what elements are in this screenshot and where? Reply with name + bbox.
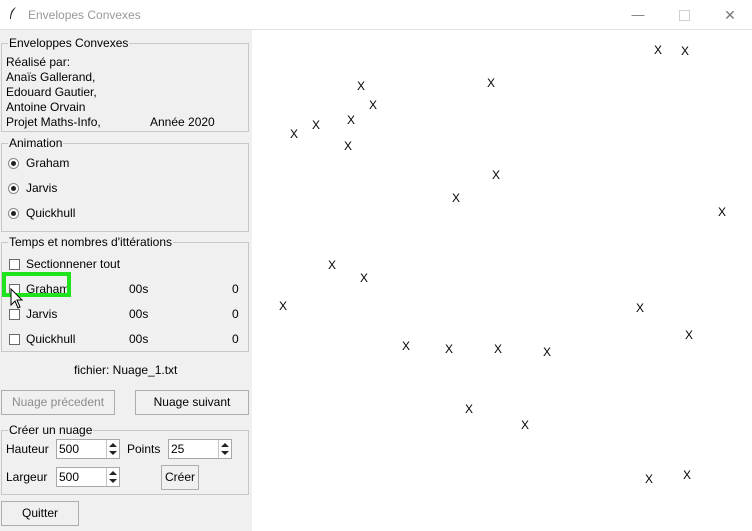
time-graham: 00s — [129, 282, 149, 296]
timing-group: Temps et nombres d'ittérations Sectionne… — [1, 235, 249, 352]
maximize-icon — [678, 10, 690, 22]
info-legend: Enveloppes Convexes — [8, 36, 130, 50]
points-spinbox[interactable]: 25 — [168, 439, 232, 459]
radio-label-quickhull[interactable]: Quickhull — [26, 206, 75, 221]
point-marker: X — [401, 339, 411, 353]
spin-down-icon[interactable] — [109, 451, 117, 455]
point-marker: X — [653, 43, 663, 57]
height-spin-arrows[interactable] — [106, 440, 119, 458]
point-marker: X — [680, 44, 690, 58]
width-spinbox[interactable]: 500 — [56, 467, 120, 487]
point-marker: X — [289, 127, 299, 141]
credits-line: Edouard Gautier, — [6, 85, 97, 99]
point-marker: X — [644, 472, 654, 486]
credits-line: Antoine Orvain — [6, 100, 86, 114]
radio-jarvis[interactable] — [8, 183, 19, 194]
credits-line: Projet Maths-Info, — [6, 115, 101, 129]
animation-legend: Animation — [8, 136, 64, 150]
point-marker: X — [684, 328, 694, 342]
year-label: Année 2020 — [150, 115, 215, 129]
spin-up-icon[interactable] — [221, 443, 229, 447]
point-marker: X — [278, 299, 288, 313]
title-bar: Envelopes Convexes — ✕ — [0, 0, 752, 30]
previous-cloud-button[interactable]: Nuage précedent — [1, 390, 115, 415]
count-jarvis: 0 — [232, 307, 239, 321]
point-marker: X — [635, 301, 645, 315]
point-cloud-canvas[interactable]: XXXXXXXXXXXXXXXXXXXXXXXXX — [252, 30, 752, 531]
quit-button[interactable]: Quitter — [1, 501, 79, 526]
width-label: Largeur — [6, 470, 48, 484]
minimize-button[interactable]: — — [618, 5, 658, 25]
next-cloud-button[interactable]: Nuage suivant — [135, 390, 249, 415]
checkbox-label-quickhull[interactable]: Quickhull — [26, 332, 75, 347]
count-quickhull: 0 — [232, 332, 239, 346]
count-graham: 0 — [232, 282, 239, 296]
create-cloud-group: Créer un nuage Hauteur 500 Points 25 Lar… — [1, 423, 249, 495]
info-group: Enveloppes Convexes Réalisé par: Anaïs G… — [1, 36, 249, 132]
feather-icon — [8, 6, 18, 23]
point-marker: X — [343, 139, 353, 153]
point-marker: X — [464, 402, 474, 416]
points-spin-arrows[interactable] — [218, 440, 231, 458]
animation-group: Animation Graham Jarvis Quickhull — [1, 136, 249, 232]
point-marker: X — [311, 118, 321, 132]
time-jarvis: 00s — [129, 307, 149, 321]
window-title: Envelopes Convexes — [28, 8, 141, 22]
radio-label-jarvis[interactable]: Jarvis — [26, 181, 57, 196]
points-value: 25 — [171, 442, 185, 456]
point-marker: X — [542, 345, 552, 359]
point-marker: X — [520, 418, 530, 432]
maximize-button[interactable] — [664, 5, 704, 25]
point-marker: X — [486, 76, 496, 90]
height-spinbox[interactable]: 500 — [56, 439, 120, 459]
point-marker: X — [368, 98, 378, 112]
file-label: fichier: Nuage_1.txt — [74, 363, 178, 377]
width-value: 500 — [59, 470, 80, 484]
spin-up-icon[interactable] — [109, 471, 117, 475]
credits-line: Anaïs Gallerand, — [6, 70, 96, 84]
select-all-checkbox[interactable] — [9, 259, 20, 270]
point-marker: X — [717, 205, 727, 219]
create-legend: Créer un nuage — [8, 423, 94, 437]
point-marker: X — [356, 79, 366, 93]
point-marker: X — [493, 342, 503, 356]
spin-down-icon[interactable] — [109, 479, 117, 483]
spin-down-icon[interactable] — [221, 451, 229, 455]
checkbox-label-jarvis[interactable]: Jarvis — [26, 307, 57, 322]
credits-line: Réalisé par: — [6, 55, 71, 69]
point-marker: X — [491, 168, 501, 182]
width-spin-arrows[interactable] — [106, 468, 119, 486]
radio-graham[interactable] — [8, 158, 19, 169]
height-label: Hauteur — [6, 442, 49, 456]
spin-up-icon[interactable] — [109, 443, 117, 447]
points-label: Points — [127, 442, 161, 456]
radio-label-graham[interactable]: Graham — [26, 156, 69, 171]
mouse-pointer-icon — [10, 287, 24, 313]
point-marker: X — [327, 258, 337, 272]
height-value: 500 — [59, 442, 80, 456]
timing-legend: Temps et nombres d'ittérations — [8, 235, 174, 249]
checkbox-quickhull[interactable] — [9, 334, 20, 345]
select-all-label[interactable]: Sectionnener tout — [26, 257, 120, 272]
point-marker: X — [359, 271, 369, 285]
close-button[interactable]: ✕ — [710, 5, 750, 25]
point-marker: X — [444, 342, 454, 356]
radio-quickhull[interactable] — [8, 208, 19, 219]
point-marker: X — [682, 468, 692, 482]
time-quickhull: 00s — [129, 332, 149, 346]
point-marker: X — [346, 113, 356, 127]
create-button[interactable]: Créer — [161, 465, 199, 490]
point-marker: X — [451, 191, 461, 205]
